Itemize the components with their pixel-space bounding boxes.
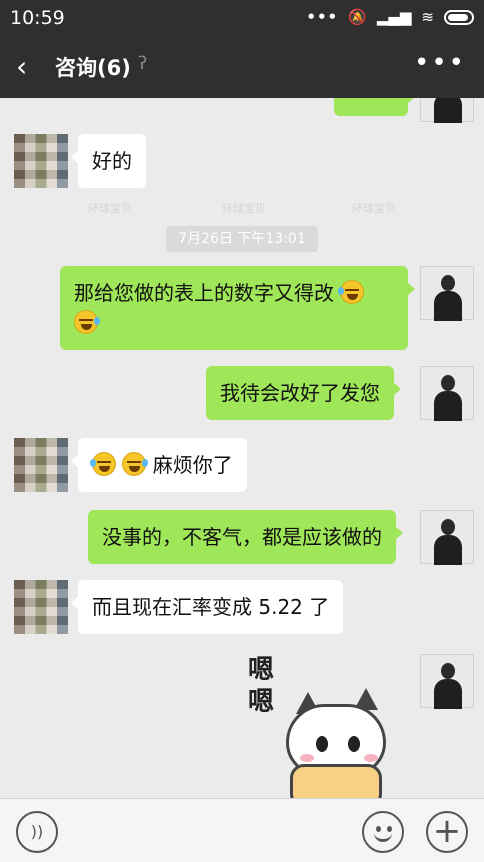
signal-icon: ▂▄▆ xyxy=(376,8,412,26)
message-text: 我待会改好了发您 xyxy=(220,381,380,405)
message-bubble-outgoing[interactable]: 我待会改好了发您 xyxy=(206,366,401,420)
avatar[interactable] xyxy=(420,366,474,421)
message-text: 而且现在汇率变成 5.22 了 xyxy=(92,595,330,619)
message-bubble-outgoing[interactable]: 那给您做的表上的数字又得改 xyxy=(60,266,415,350)
status-time: 10:59 xyxy=(10,7,65,29)
chat-header: ‹ 咨询(6) ʔ ••• xyxy=(0,36,484,98)
watermark: 环球宝贝 xyxy=(222,202,266,215)
message-text: 那给您做的表上的数字又得改 xyxy=(74,281,334,305)
ear-icon: ʔ xyxy=(138,53,148,74)
avatar[interactable] xyxy=(14,580,68,634)
cat-cheek xyxy=(300,754,314,762)
wifi-icon: ≋ xyxy=(421,8,434,26)
chat-area[interactable]: 环球宝贝 环球宝贝 环球宝贝 环球宝贝 环球宝贝 环球宝贝 好的 7月26日 下… xyxy=(0,98,484,798)
laugh-cry-emoji-icon xyxy=(338,280,365,304)
message-bubble-incoming[interactable]: 麻烦你了 xyxy=(71,438,247,492)
avatar[interactable] xyxy=(14,134,68,188)
message-bubble-incoming[interactable]: 而且现在汇率变成 5.22 了 xyxy=(70,580,344,634)
sticker-text: 嗯嗯 xyxy=(248,655,275,717)
plus-icon[interactable]: + xyxy=(426,811,468,853)
laugh-cry-emoji-icon xyxy=(74,310,100,334)
cat-sticker[interactable]: 嗯嗯 xyxy=(244,654,404,798)
cat-eye xyxy=(316,736,328,752)
voice-icon[interactable]: )) xyxy=(16,811,58,853)
message-bubble-incoming[interactable]: 好的 xyxy=(71,134,146,188)
avatar[interactable] xyxy=(420,98,474,123)
chat-title: 咨询(6) xyxy=(55,56,131,80)
notification-dots-icon: ••• xyxy=(306,8,339,26)
message-text: 好的 xyxy=(92,149,132,173)
watermark: 环球宝贝 xyxy=(352,202,396,215)
message-timestamp: 7月26日 下午13:01 xyxy=(166,226,318,252)
message-bubble-outgoing[interactable]: 没事的，不客气，都是应该做的 xyxy=(88,510,403,564)
battery-icon xyxy=(444,9,474,25)
status-icons: ••• 🔕 ▂▄▆ ≋ xyxy=(306,8,474,26)
cat-eye xyxy=(348,736,360,752)
mute-bell-icon: 🔕 xyxy=(348,8,367,26)
status-bar: 10:59 ••• 🔕 ▂▄▆ ≋ xyxy=(0,0,484,36)
cat-pillow xyxy=(290,764,382,798)
message-text: 麻烦你了 xyxy=(152,453,233,477)
avatar[interactable] xyxy=(420,510,474,565)
emoji-icon[interactable] xyxy=(362,811,404,853)
message-text: 没事的，不客气，都是应该做的 xyxy=(102,525,382,549)
more-dots-icon[interactable]: ••• xyxy=(414,48,466,78)
input-bar: )) + xyxy=(0,798,484,862)
cat-cheek xyxy=(364,754,378,762)
watermark: 环球宝贝 xyxy=(88,202,132,215)
laugh-cry-emoji-icon xyxy=(90,452,116,476)
avatar[interactable] xyxy=(14,438,68,492)
laugh-cry-emoji-icon xyxy=(122,452,149,476)
avatar[interactable] xyxy=(420,266,474,321)
back-chevron-icon[interactable]: ‹ xyxy=(16,50,27,83)
avatar[interactable] xyxy=(420,654,474,709)
message-bubble-outgoing-partial[interactable] xyxy=(334,98,415,116)
